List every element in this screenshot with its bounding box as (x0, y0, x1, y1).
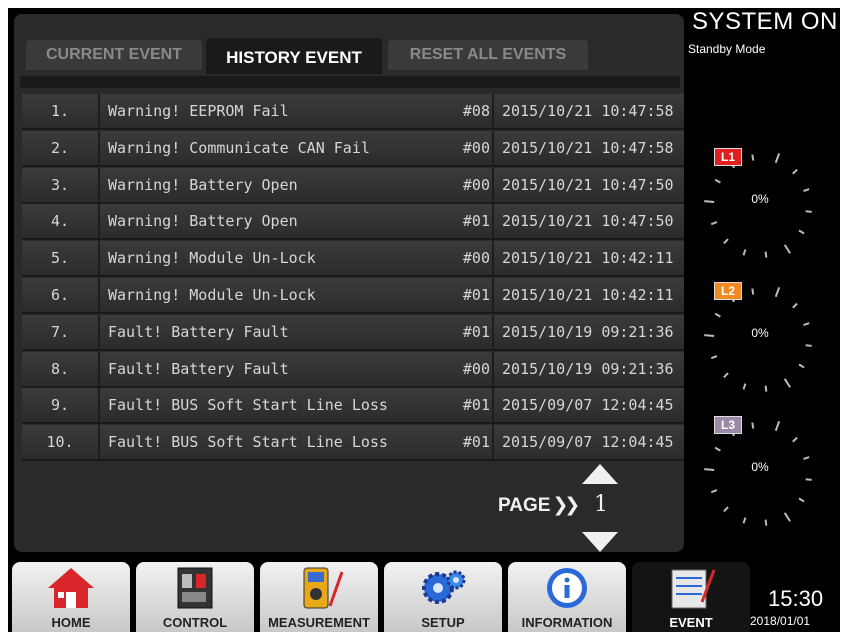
event-message: Warning! Communicate CAN Fail (108, 138, 370, 157)
event-code: #00 (462, 175, 490, 194)
page-down-arrow-icon[interactable] (582, 532, 618, 552)
load-gauge-l3: L3 0% (698, 416, 822, 540)
event-code: #01 (462, 286, 490, 304)
event-code: #00 (462, 138, 490, 157)
event-message: Fault! Battery Fault (108, 359, 289, 378)
gears-icon (422, 570, 466, 604)
tab-history-event[interactable]: HISTORY EVENT (206, 38, 382, 74)
page-number: 1 (594, 492, 608, 517)
event-message: Fault! Battery Fault (108, 322, 289, 341)
event-code: #01 (462, 322, 490, 341)
event-number: 9. (22, 388, 100, 423)
pager: PAGE ❯❯ 1 (486, 464, 646, 552)
event-time: 2015/10/19 09:21:36 (492, 314, 684, 349)
gauge-dial-icon (704, 421, 812, 526)
event-number: 8. (22, 351, 100, 386)
nav-home-button[interactable]: HOME (12, 562, 130, 632)
phase-tag: L2 (714, 282, 742, 300)
event-time: 2015/09/07 12:04:45 (492, 388, 684, 423)
nav-measurement-label: MEASUREMENT (268, 615, 370, 630)
event-message: Fault! BUS Soft Start Line Loss (108, 396, 388, 415)
event-time: 2015/10/21 10:47:50 (492, 167, 684, 202)
table-row[interactable]: 2. Warning! Communicate CAN Fail #00 2015/1… (22, 130, 684, 167)
page-label: PAGE ❯❯ (498, 495, 580, 516)
event-time: 2015/10/21 10:42:11 (492, 241, 684, 276)
event-time: 2015/10/21 10:47:50 (492, 204, 684, 239)
nav-setup-label: SETUP (421, 615, 465, 630)
load-percent: 0% (751, 326, 769, 340)
table-row[interactable]: 4. Warning! Battery Open #01 2015/10/21 10:… (22, 204, 684, 241)
bottom-nav: HOME CONTROL MEASUREMENT SETUP INFORMATI… (8, 552, 840, 632)
info-icon (547, 568, 587, 608)
phase-tag: L3 (714, 416, 742, 434)
event-code: #01 (462, 396, 490, 415)
tab-underline (20, 76, 680, 88)
tab-current-event[interactable]: CURRENT EVENT (26, 40, 202, 70)
load-percent: 0% (751, 460, 769, 474)
event-number: 6. (22, 278, 100, 312)
event-time: 2015/10/19 09:21:36 (492, 351, 684, 386)
table-row[interactable]: 1. Warning! EEPROM Fail #08 2015/10/21 10:4… (22, 94, 684, 130)
multimeter-icon (303, 567, 344, 609)
event-number: 10. (22, 425, 100, 460)
event-tabs: CURRENT EVENT HISTORY EVENT RESET ALL EV… (14, 36, 684, 76)
event-code: #08 (462, 102, 490, 120)
nav-information-label: INFORMATION (521, 615, 613, 630)
system-mode: Standby Mode (688, 42, 766, 56)
home-icon (48, 568, 94, 608)
table-row[interactable]: 10. Fault! BUS Soft Start Line Loss #01 201… (22, 425, 684, 462)
tab-reset-all-events[interactable]: RESET ALL EVENTS (388, 40, 588, 70)
table-row[interactable]: 8. Fault! Battery Fault #00 2015/10/19 09:2… (22, 351, 684, 388)
load-gauge-l2: L2 0% (698, 282, 822, 406)
table-row[interactable]: 7. Fault! Battery Fault #01 2015/10/19 09:2… (22, 314, 684, 351)
gauge-dial-icon (704, 287, 812, 392)
event-time: 2015/10/21 10:47:58 (492, 94, 684, 128)
nav-information-button[interactable]: INFORMATION (508, 562, 626, 632)
table-row[interactable]: 5. Warning! Module Un-Lock #00 2015/10/21 1… (22, 241, 684, 278)
nav-event-label: EVENT (669, 615, 713, 630)
nav-control-button[interactable]: CONTROL (136, 562, 254, 632)
event-number: 5. (22, 241, 100, 276)
event-number: 2. (22, 130, 100, 165)
event-code: #00 (462, 359, 490, 378)
event-time: 2015/10/21 10:47:58 (492, 130, 684, 165)
table-row[interactable]: 3. Warning! Battery Open #00 2015/10/21 10:… (22, 167, 684, 204)
event-time: 2015/10/21 10:42:11 (492, 278, 684, 312)
page-up-arrow-icon[interactable] (582, 464, 618, 484)
system-status: SYSTEM ON (692, 8, 838, 35)
event-message: Warning! Battery Open (108, 212, 298, 231)
ups-screen: CURRENT EVENT HISTORY EVENT RESET ALL EV… (8, 8, 840, 632)
event-log-icon (671, 569, 716, 609)
gauge-dial-icon (704, 153, 812, 258)
event-number: 1. (22, 94, 100, 128)
event-panel: CURRENT EVENT HISTORY EVENT RESET ALL EV… (14, 14, 684, 552)
phase-tag: L1 (714, 148, 742, 166)
nav-control-label: CONTROL (162, 615, 228, 630)
clock-date: 2018/01/01 (750, 614, 811, 628)
clock-time: 15:30 (768, 586, 824, 611)
load-gauge-l1: L1 0% (698, 148, 822, 272)
event-number: 4. (22, 204, 100, 239)
event-number: 7. (22, 314, 100, 349)
nav-home-label: HOME (51, 615, 91, 630)
event-time: 2015/09/07 12:04:45 (492, 425, 684, 460)
event-message: Warning! Module Un-Lock (108, 286, 316, 304)
event-message: Warning! EEPROM Fail (108, 102, 289, 120)
event-code: #00 (462, 249, 490, 268)
event-code: #01 (462, 212, 490, 231)
event-message: Warning! Battery Open (108, 175, 298, 194)
nav-setup-button[interactable]: SETUP (384, 562, 502, 632)
event-number: 3. (22, 167, 100, 202)
control-panel-icon (177, 567, 213, 609)
event-message: Warning! Module Un-Lock (108, 249, 316, 268)
nav-measurement-button[interactable]: MEASUREMENT (260, 562, 378, 632)
event-message: Fault! BUS Soft Start Line Loss (108, 433, 388, 452)
load-percent: 0% (751, 192, 769, 206)
table-row[interactable]: 6. Warning! Module Un-Lock #01 2015/10/21 1… (22, 278, 684, 314)
event-code: #01 (462, 433, 490, 452)
nav-event-button[interactable]: EVENT (632, 562, 750, 632)
table-row[interactable]: 9. Fault! BUS Soft Start Line Loss #01 2015… (22, 388, 684, 425)
